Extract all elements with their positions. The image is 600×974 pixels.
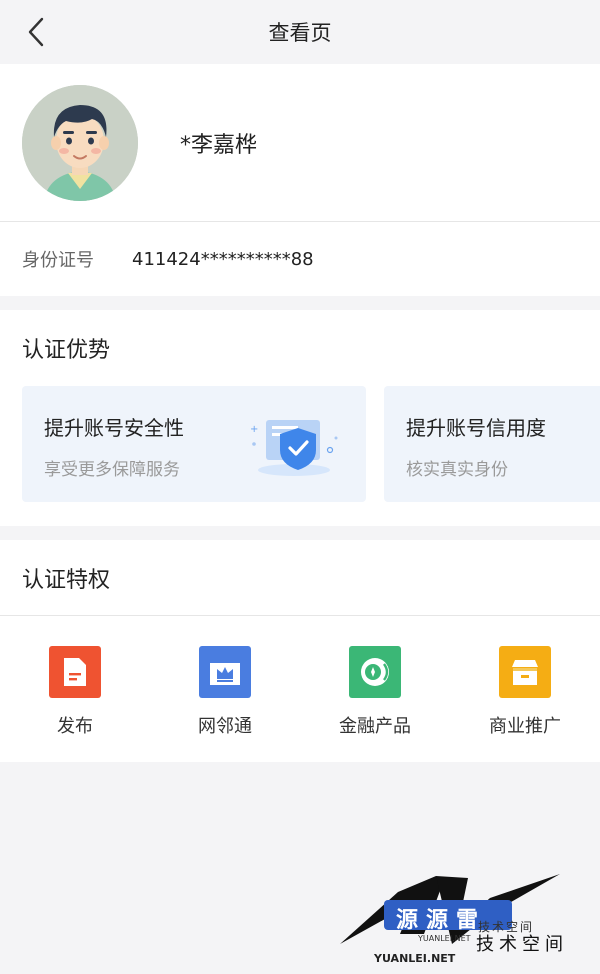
advantages-carousel[interactable]: 提升账号安全性 享受更多保障服务 + 提升账号信用度 核实真实身份 [0,386,600,526]
watermark-small-brand: YUANLEI.NET [418,934,471,943]
watermark-brand: YUANLEI.NET [374,952,456,965]
privilege-label: 网邻通 [198,716,252,737]
id-card-value: 411424**********88 [132,248,314,270]
privilege-label: 商业推广 [489,716,561,737]
store-icon [499,646,551,698]
watermark-tagline: 技术空间 [476,934,568,955]
navbar: 查看页 [0,0,600,64]
privileges-grid: 发布 网邻通 金融产品 商业推广 [0,616,600,762]
privileges-section: 认证特权 发布 网邻通 金融产品 商业推广 [0,540,600,762]
privilege-label: 金融产品 [339,716,411,737]
advantage-card-subtitle: 核实真实身份 [406,460,508,480]
advantage-card-title: 提升账号信用度 [406,416,546,440]
back-button[interactable] [20,16,52,48]
watermark: 源源雷 YUANLEI.NET 技术空间 技术空间 YUANLEI.NET [340,870,590,970]
advantage-card-security[interactable]: 提升账号安全性 享受更多保障服务 + [22,386,366,502]
security-shield-icon: + [250,420,338,476]
avatar[interactable] [22,84,138,201]
profile-card: *李嘉桦 身份证号 411424**********88 [0,64,600,296]
id-card-label: 身份证号 [22,250,94,271]
chevron-left-icon [28,17,44,47]
advantages-section: 认证优势 提升账号安全性 享受更多保障服务 + 提升账号信用度 核实真实身份 [0,310,600,526]
advantage-card-credit[interactable]: 提升账号信用度 核实真实身份 [384,386,600,502]
avatar-illustration [22,84,138,201]
svg-text:+: + [250,424,258,435]
privilege-wanglintong[interactable]: 网邻通 [150,646,300,738]
id-card-row: 身份证号 411424**********88 [0,222,600,296]
advantages-title: 认证优势 [22,338,111,363]
user-name: *李嘉桦 [180,132,258,158]
crown-icon [199,646,251,698]
privilege-label: 发布 [57,716,93,737]
page-title: 查看页 [268,21,332,45]
watermark-logo-text: 源源雷 [396,908,487,933]
privilege-promotion[interactable]: 商业推广 [450,646,600,738]
publish-icon [49,646,101,698]
coin-icon [349,646,401,698]
profile-header: *李嘉桦 [0,64,600,222]
privilege-finance[interactable]: 金融产品 [300,646,450,738]
privileges-title: 认证特权 [0,540,600,616]
privilege-publish[interactable]: 发布 [0,646,150,738]
